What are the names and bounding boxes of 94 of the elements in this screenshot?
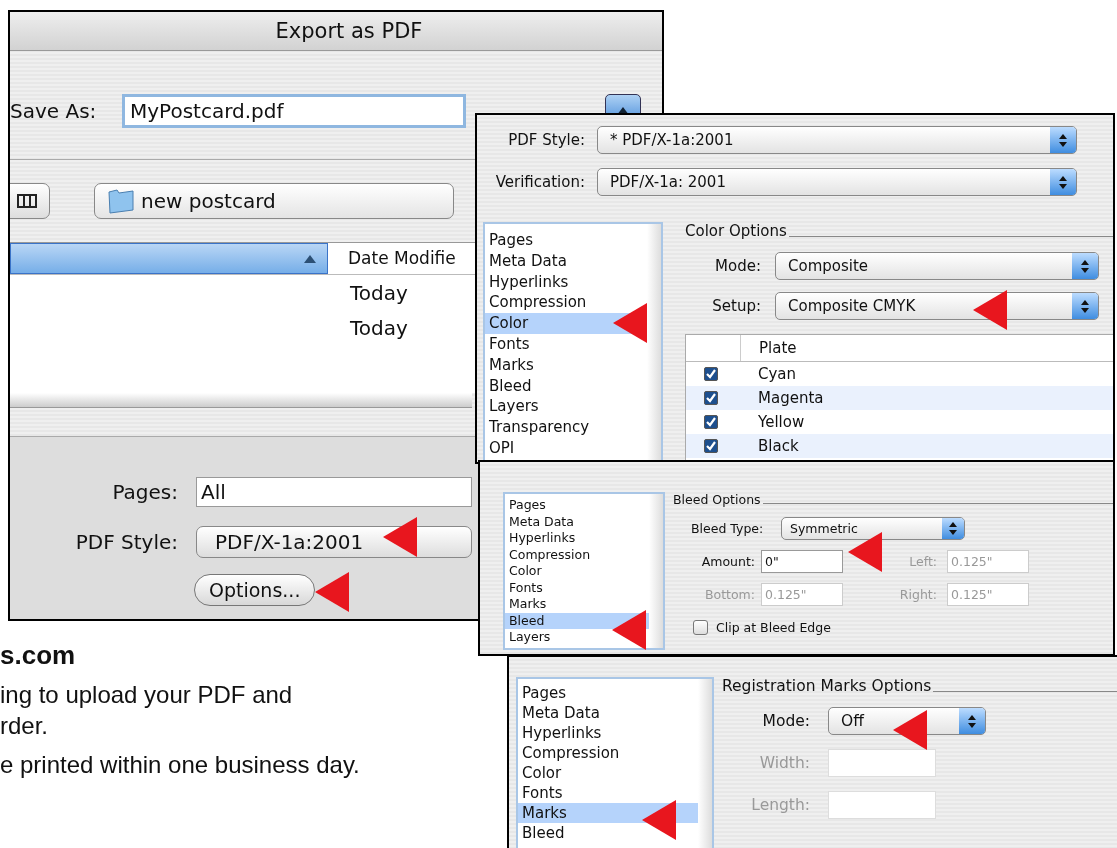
bottom-label: Bottom:	[703, 586, 755, 602]
plate-column-header[interactable]: Plate	[741, 339, 797, 357]
category-item[interactable]: Bleed	[485, 375, 647, 397]
setup-popup[interactable]: Composite CMYK	[775, 292, 1099, 320]
category-item[interactable]: Marks	[485, 354, 647, 376]
arrow-icon	[893, 710, 927, 750]
paragraph: ing to upload your PDF and rder.	[0, 680, 294, 741]
horizontal-scroll-bar[interactable]	[10, 393, 472, 408]
amount-label: Amount:	[700, 553, 755, 569]
category-item[interactable]: Compression	[518, 743, 698, 763]
folder-icon	[107, 188, 135, 214]
arrow-icon	[612, 610, 646, 650]
arrow-icon	[973, 290, 1007, 330]
category-item[interactable]: OPI	[485, 437, 647, 459]
category-item[interactable]: Hyperlinks	[518, 723, 698, 743]
save-as-label: Save As:	[10, 99, 98, 123]
heading: s.com	[0, 640, 77, 671]
pages-field[interactable]: All	[196, 477, 472, 507]
window-title: Export as PDF	[274, 19, 423, 43]
section-title: Color Options	[685, 222, 787, 240]
checkbox[interactable]	[704, 439, 718, 453]
scroll-bar[interactable]	[698, 679, 712, 848]
section-title: Bleed Options	[673, 492, 761, 507]
location-popup[interactable]: new postcard	[94, 183, 454, 219]
category-item[interactable]: Fonts	[518, 783, 698, 803]
category-item[interactable]: Meta Data	[485, 250, 647, 272]
category-item[interactable]: Compression	[505, 546, 649, 563]
mode-label: Mode:	[761, 712, 810, 730]
plate-name: Black	[758, 437, 799, 455]
bleed-type-popup[interactable]: Symmetric	[781, 516, 965, 540]
checkbox[interactable]	[704, 415, 718, 429]
sort-ascending-icon	[303, 253, 317, 264]
left-label: Left:	[908, 553, 937, 569]
length-field[interactable]	[828, 791, 936, 819]
scroll-bar[interactable]	[647, 224, 661, 462]
category-item[interactable]: Hyperlinks	[485, 271, 647, 293]
arrow-icon	[642, 800, 676, 840]
amount-field[interactable]: 0"	[761, 549, 843, 573]
category-item[interactable]: Color	[518, 763, 698, 783]
stepper-icon	[959, 708, 985, 734]
stepper-icon	[1050, 169, 1076, 195]
category-item[interactable]: Fonts	[505, 579, 649, 596]
category-item[interactable]: Meta Data	[518, 703, 698, 723]
category-item[interactable]: Pages	[505, 497, 649, 514]
checkbox[interactable]	[704, 367, 718, 381]
pages-label: Pages:	[111, 480, 178, 504]
checkbox[interactable]	[693, 619, 708, 635]
pdf-style-popup[interactable]: PDF/X-1a:2001	[196, 526, 472, 558]
options-button[interactable]: Options...	[194, 574, 316, 606]
setup-label: Setup:	[711, 297, 761, 315]
category-item[interactable]: Layers	[505, 629, 649, 646]
arrow-icon	[315, 572, 349, 612]
pdf-style-label: PDF Style:	[507, 131, 585, 149]
stepper-icon	[1072, 253, 1098, 279]
date-column-header[interactable]: Date Modifie	[328, 243, 456, 274]
category-item[interactable]: Color	[505, 563, 649, 580]
bleed-type-label: Bleed Type:	[691, 520, 765, 536]
stepper-icon	[942, 517, 964, 539]
paragraph: e printed within one business day.	[0, 750, 360, 780]
columns-icon	[17, 194, 37, 208]
stepper-icon	[1072, 293, 1098, 319]
arrow-icon	[613, 303, 647, 343]
section-title: Registration Marks Options	[722, 677, 932, 695]
date-cell: Today	[350, 280, 408, 305]
width-field[interactable]	[828, 749, 936, 777]
plate-name: Yellow	[758, 413, 805, 431]
pdf-style-popup[interactable]: * PDF/X-1a:2001	[597, 126, 1077, 154]
mode-label: Mode:	[714, 257, 761, 275]
name-column-header[interactable]	[10, 243, 328, 274]
length-label: Length:	[750, 796, 810, 814]
category-item[interactable]: Meta Data	[505, 513, 649, 530]
verification-popup[interactable]: PDF/X-1a: 2001	[597, 168, 1077, 196]
right-label: Right:	[898, 586, 937, 602]
category-item[interactable]: Bleed	[518, 823, 698, 843]
category-item[interactable]: Marks	[505, 596, 649, 613]
checkbox[interactable]	[704, 391, 718, 405]
plate-name: Cyan	[758, 365, 797, 383]
category-item[interactable]: Pages	[518, 683, 698, 703]
arrow-icon	[383, 517, 417, 557]
category-item[interactable]: Transparency	[485, 417, 647, 438]
category-item[interactable]: Pages	[485, 230, 647, 251]
verification-label: Verification:	[494, 173, 585, 191]
category-item[interactable]: Hyperlinks	[505, 530, 649, 547]
mode-popup[interactable]: Composite	[775, 252, 1099, 280]
clip-label: Clip at Bleed Edge	[716, 619, 831, 635]
plate-name: Magenta	[758, 389, 824, 407]
scroll-bar[interactable]	[649, 494, 663, 648]
date-cell: Today	[350, 315, 408, 340]
width-label: Width:	[758, 754, 810, 772]
stepper-icon	[1050, 127, 1076, 153]
category-item[interactable]: Fonts	[485, 334, 647, 355]
pdf-style-label: PDF Style:	[74, 530, 178, 554]
file-name-field[interactable]: MyPostcard.pdf	[122, 94, 466, 128]
category-item[interactable]: Layers	[485, 396, 647, 418]
